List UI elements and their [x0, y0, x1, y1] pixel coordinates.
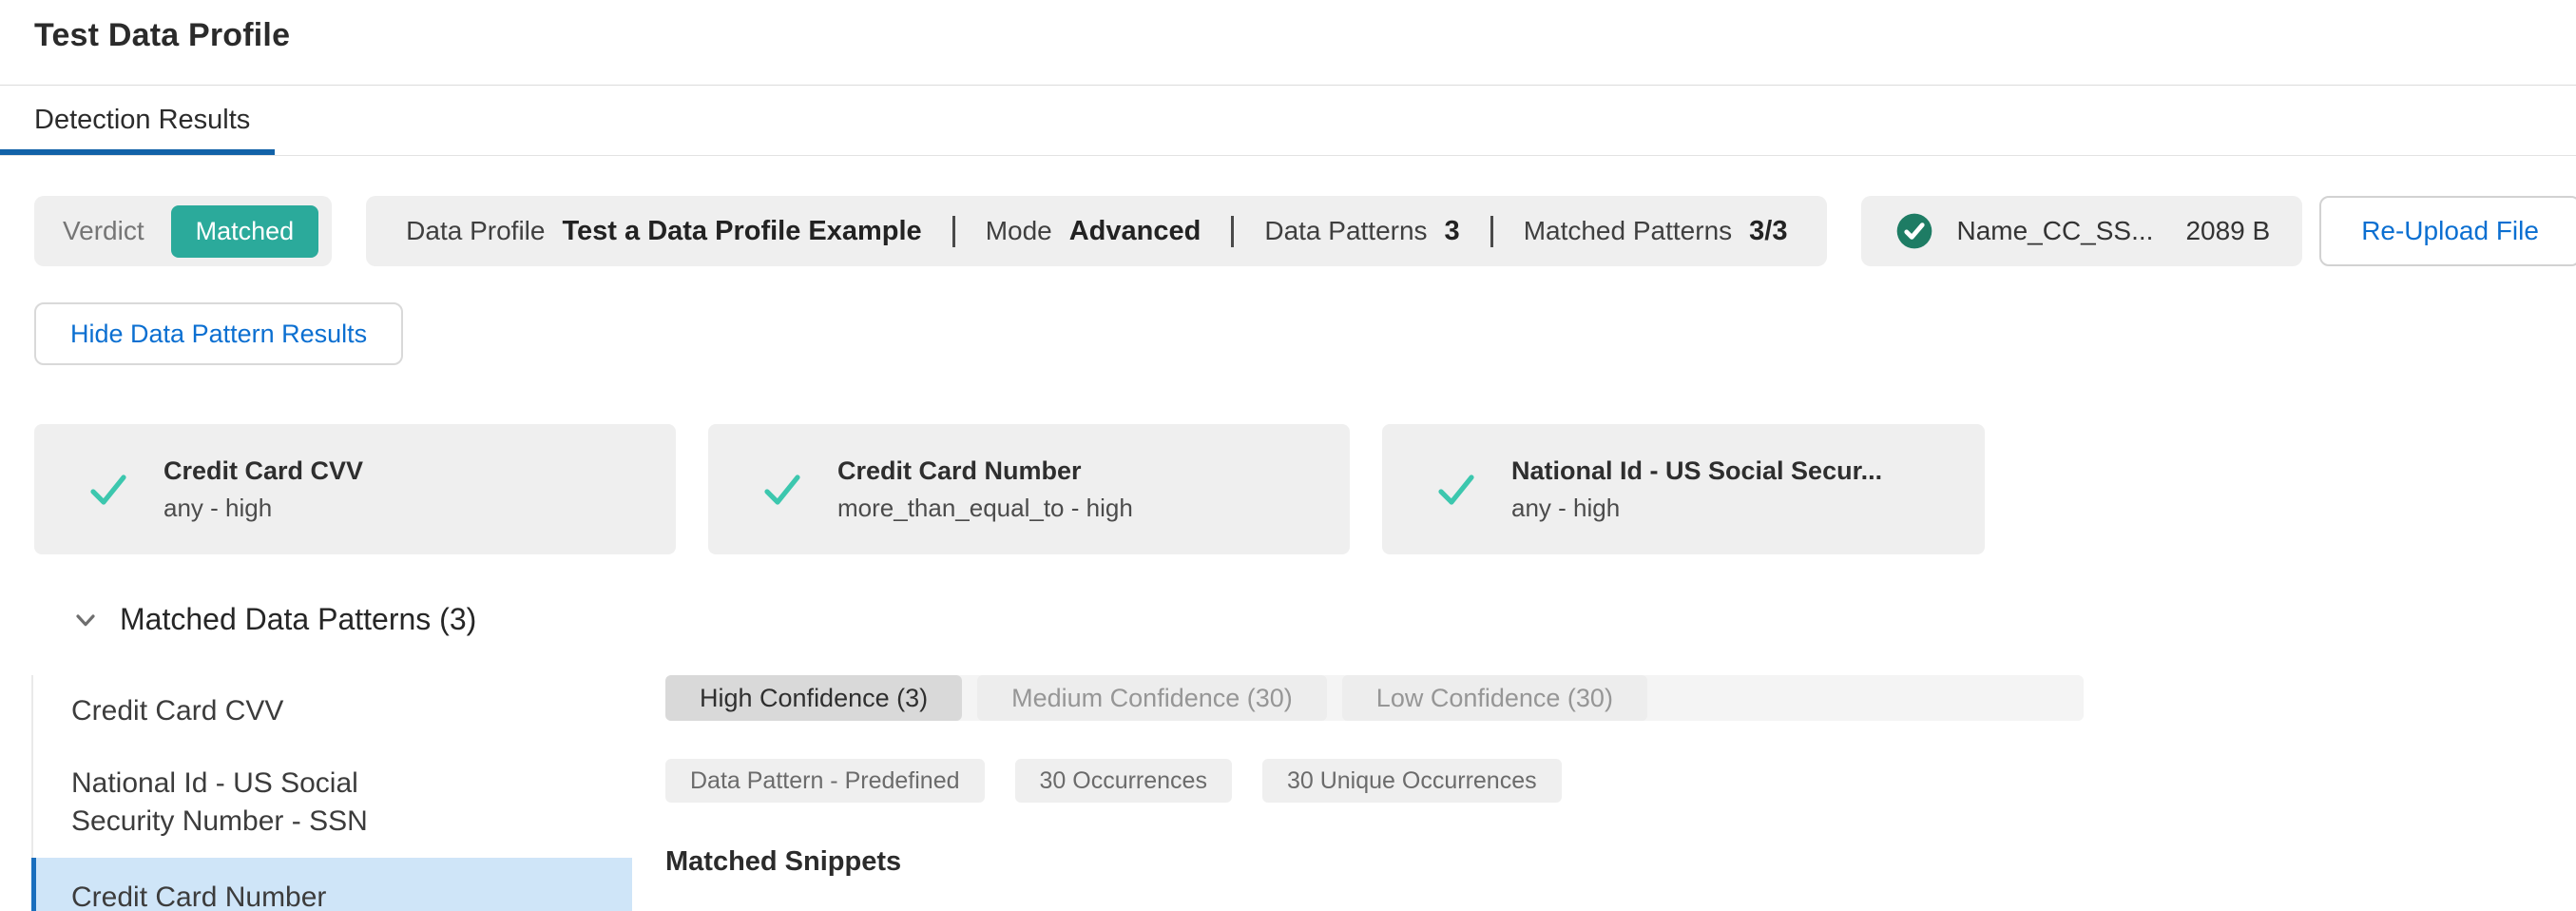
matched-patterns-label: Matched Patterns — [1524, 216, 1732, 246]
verdict-label: Verdict — [63, 216, 144, 246]
page-header: Test Data Profile — [0, 0, 2576, 86]
matched-snippets-heading: Matched Snippets — [665, 846, 2084, 878]
tab-medium-confidence[interactable]: Medium Confidence (30) — [977, 675, 1327, 721]
list-item-label: Credit Card CVV — [71, 692, 442, 730]
pattern-detail-panel: High Confidence (3) Medium Confidence (3… — [665, 675, 2084, 878]
card-subtitle: any - high — [163, 494, 363, 523]
tab-detection-results[interactable]: Detection Results — [0, 86, 275, 155]
mode-value: Advanced — [1069, 216, 1201, 247]
page-title: Test Data Profile — [34, 17, 2576, 54]
circle-check-icon — [1894, 210, 1935, 252]
list-item-credit-card-cvv[interactable]: Credit Card CVV — [33, 675, 632, 747]
chevron-down-icon — [70, 605, 101, 635]
summary-row: Verdict Matched Data Profile Test a Data… — [34, 196, 2553, 266]
re-upload-file-button[interactable]: Re-Upload File — [2319, 196, 2576, 266]
data-profile-label: Data Profile — [406, 216, 545, 246]
pattern-card-credit-card-number: Credit Card Number more_than_equal_to - … — [708, 424, 1350, 554]
card-text: Credit Card Number more_than_equal_to - … — [837, 456, 1133, 523]
matched-data-patterns-header[interactable]: Matched Data Patterns (3) — [70, 602, 2576, 637]
confidence-tab-strip: High Confidence (3) Medium Confidence (3… — [665, 675, 2084, 721]
chip-occurrences: 30 Occurrences — [1015, 759, 1232, 803]
data-patterns-label: Data Patterns — [1264, 216, 1427, 246]
card-title: Credit Card Number — [837, 456, 1133, 486]
pattern-card-national-id-ssn: National Id - US Social Secur... any - h… — [1382, 424, 1985, 554]
matched-data-patterns-title: Matched Data Patterns (3) — [120, 602, 476, 637]
mode-label: Mode — [986, 216, 1052, 246]
list-item-label: National Id - US Social Security Number … — [71, 765, 442, 841]
chip-data-pattern-type: Data Pattern - Predefined — [665, 759, 985, 803]
verdict-box: Verdict Matched — [34, 196, 332, 266]
check-icon — [1433, 467, 1479, 513]
info-matched-patterns: Matched Patterns 3/3 — [1490, 216, 1788, 247]
card-subtitle: more_than_equal_to - high — [837, 494, 1133, 523]
check-icon — [86, 467, 131, 513]
list-item-label: Credit Card Number — [71, 879, 442, 911]
card-title: Credit Card CVV — [163, 456, 363, 486]
detail-chips-row: Data Pattern - Predefined 30 Occurrences… — [665, 759, 2084, 803]
data-patterns-value: 3 — [1445, 216, 1460, 247]
list-item-credit-card-number[interactable]: Credit Card Number — [31, 858, 632, 911]
pattern-cards-row: Credit Card CVV any - high Credit Card N… — [34, 424, 2576, 554]
card-text: Credit Card CVV any - high — [163, 456, 363, 523]
card-title: National Id - US Social Secur... — [1511, 456, 1882, 486]
matched-patterns-body: Credit Card CVV National Id - US Social … — [31, 675, 2576, 911]
info-mode: Mode Advanced — [952, 216, 1201, 247]
uploaded-file-chip: Name_CC_SS... 2089 B — [1861, 196, 2302, 266]
file-name: Name_CC_SS... — [1956, 216, 2153, 246]
info-data-patterns: Data Patterns 3 — [1231, 216, 1459, 247]
profile-info-box: Data Profile Test a Data Profile Example… — [366, 196, 1827, 266]
data-profile-value: Test a Data Profile Example — [562, 216, 921, 247]
info-data-profile: Data Profile Test a Data Profile Example — [406, 216, 922, 247]
card-subtitle: any - high — [1511, 494, 1882, 523]
hide-data-pattern-results-button[interactable]: Hide Data Pattern Results — [34, 302, 403, 365]
tab-low-confidence[interactable]: Low Confidence (30) — [1342, 675, 1647, 721]
tab-bar: Detection Results — [0, 86, 2576, 156]
file-size: 2089 B — [2185, 216, 2270, 246]
verdict-badge: Matched — [171, 205, 319, 258]
tab-high-confidence[interactable]: High Confidence (3) — [665, 675, 962, 721]
card-text: National Id - US Social Secur... any - h… — [1511, 456, 1882, 523]
list-item-national-id-ssn[interactable]: National Id - US Social Security Number … — [33, 747, 632, 858]
check-icon — [759, 467, 805, 513]
pattern-list: Credit Card CVV National Id - US Social … — [31, 675, 632, 911]
chip-unique-occurrences: 30 Unique Occurrences — [1262, 759, 1562, 803]
pattern-card-credit-card-cvv: Credit Card CVV any - high — [34, 424, 676, 554]
matched-patterns-value: 3/3 — [1749, 216, 1787, 247]
